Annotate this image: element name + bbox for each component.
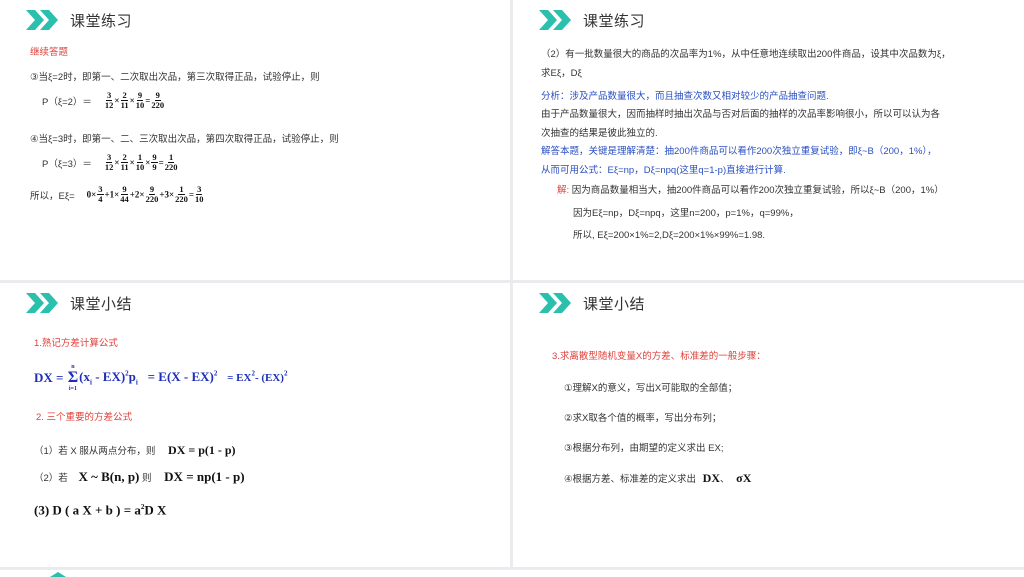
sub-i: i (135, 378, 138, 387)
problem-line-1: （2）有一批数量很大的商品的次品率为1%，从中任意地连续取出200件商品，设其中… (541, 49, 951, 60)
solution-text-1: 因为商品数量相当大，抽200件商品可以看作200次独立重复试验，所以ξ~B（20… (571, 185, 944, 196)
step-2: ②求X取各个值的概率，写出分布列； (564, 413, 722, 424)
point-2: 2. 三个重要的方差公式 (36, 412, 133, 423)
frac-den: 4 (98, 194, 103, 204)
solution-line-3: 所以, Eξ=200×1%=2,Dξ=200×1%×99%=1.98. (573, 230, 766, 241)
item-3-formula: (3) D ( a X + b ) = a (34, 502, 141, 518)
squared: 2 (213, 369, 218, 378)
coef: +1× (104, 189, 120, 200)
sub-i: i (90, 378, 92, 387)
slide-partial-bottom (0, 570, 1024, 577)
slide-title: 课堂练习 (70, 12, 133, 30)
item-1-label: （1）若 X 服从两点分布，则 (34, 446, 156, 457)
step-4: ④根据方差、标准差的定义求出 DX、 σX (564, 472, 751, 486)
double-chevron-icon (539, 293, 571, 313)
slide-title: 课堂小结 (583, 295, 646, 313)
equals: = (188, 189, 194, 200)
reason-line-1: 由于产品数量很大，因而抽样时抽出次品与否对后面的抽样的次品率影响很小，所以可以认… (541, 109, 941, 120)
frac-den: 10 (135, 162, 145, 172)
frac-den: 44 (120, 194, 129, 204)
key-line-1: 解答本题，关键是理解清楚：抽200件商品可以看作200次独立重复试验，即ξ~B（… (541, 146, 937, 157)
item-3-formula: D X (144, 502, 167, 518)
double-chevron-icon (26, 293, 58, 313)
case-3-text: ③当ξ=2时，即第一、二次取出次品，第三次取得正品，试验停止，则 (30, 72, 320, 83)
frac-den: 220 (164, 162, 178, 172)
teal-triangle-icon (50, 572, 66, 577)
slide-header: 课堂小结 (26, 292, 132, 314)
formula-part: - EX) (95, 369, 126, 385)
item-1: （1）若 X 服从两点分布，则 DX = p(1 - p) (34, 444, 236, 458)
dx-label: DX = (34, 370, 64, 385)
p-xi-3-formula: P（ξ=3）＝ 3 12 × 2 11 × 1 10 × 9 9 = 1 220 (42, 152, 178, 172)
double-chevron-icon (26, 10, 58, 30)
formula-part: - (EX) (254, 372, 284, 385)
frac-den: 220 (145, 194, 159, 204)
frac-den: 11 (120, 162, 129, 172)
item-2-dist: X ~ B(n, p) (78, 469, 140, 484)
slide-practice-2: 课堂练习 （2）有一批数量很大的商品的次品率为1%，从中任意地连续取出200件商… (513, 0, 1024, 280)
step-3: ③根据分布列，由期望的定义求出 EX; (564, 443, 724, 454)
solution-line-2: 因为Eξ=np，Dξ=npq，这里n=200，p=1%，q=99%， (573, 208, 799, 219)
step-4-text: ④根据方差、标准差的定义求出 (564, 474, 697, 485)
item-2-then: 则 (142, 473, 152, 484)
coef: 0× (86, 189, 97, 200)
p-xi-2-formula: P（ξ=2）＝ 3 12 × 2 11 × 9 10 = 9 220 (42, 90, 165, 110)
slide-title: 课堂练习 (583, 12, 646, 30)
expectation-formula: 所以，Eξ= 0× 3 4 +1× 9 44 +2× 9 220 +3× 1 220 = 3 10 (30, 185, 204, 204)
formula-part: = EX (227, 372, 252, 385)
squared: 2 (283, 369, 288, 378)
key-line-2: 从而可用公式：Eξ=np，Dξ=npq(这里q=1-p)直接进行计算. (541, 165, 786, 176)
slide-summary-1: 课堂小结 1.熟记方差计算公式 DX = n Σi=1 (xi - EX)2pi =… (0, 283, 510, 567)
frac-den: 10 (135, 100, 145, 110)
item-3: (3) D ( a X + b ) = a2D X (34, 501, 166, 516)
separator: 、 (720, 474, 730, 485)
conclusion-label: 所以，Eξ= (30, 190, 75, 202)
slide-summary-2: 课堂小结 3.求离散型随机变量X的方差、标准差的一般步骤： ①理解X的意义，写出… (513, 283, 1024, 567)
variance-formula: DX = n Σi=1 (xi - EX)2pi = E(X - EX)2 = EX… (34, 363, 287, 393)
frac-den: 11 (120, 100, 129, 110)
coef: +2× (129, 189, 145, 200)
subtitle: 继续答题 (30, 47, 69, 58)
analysis-text: 分析：涉及产品数量很大，而且抽查次数又相对较少的产品抽查问题. (541, 91, 829, 102)
slide-title: 课堂小结 (70, 295, 133, 313)
slide-header: 课堂练习 (26, 9, 132, 31)
dx-symbol: DX (702, 471, 721, 485)
slide-practice-1: 课堂练习 继续答题 ③当ξ=2时，即第一、二次取出次品，第三次取得正品，试验停止… (0, 0, 510, 280)
formula-part: (x (79, 369, 90, 385)
frac-den: 10 (194, 194, 204, 204)
frac-den: 12 (104, 162, 114, 172)
double-chevron-icon (539, 10, 571, 30)
step-1: ①理解X的意义，写出X可能取的全部值； (564, 383, 738, 394)
frac-den: 220 (151, 100, 165, 110)
item-2: （2）若 X ~ B(n, p) 则 DX = np(1 - p) (34, 470, 245, 485)
coef: +3× (159, 189, 175, 200)
problem-line-2: 求Eξ，Dξ (541, 68, 582, 79)
frac-den: 12 (104, 100, 114, 110)
sum-bottom: i=1 (68, 386, 77, 392)
sigma-x-symbol: σX (736, 471, 752, 485)
sigma-icon: n Σi=1 (67, 364, 79, 392)
item-2-formula: DX = np(1 - p) (164, 469, 245, 484)
solution-label: 解: (557, 185, 570, 196)
frac-den: 220 (175, 194, 188, 204)
item-1-formula: DX = p(1 - p) (168, 443, 236, 457)
steps-heading: 3.求离散型随机变量X的方差、标准差的一般步骤： (552, 351, 766, 362)
solution-line-1: 解: 因为商品数量相当大，抽200件商品可以看作200次独立重复试验，所以ξ~B… (557, 184, 944, 197)
slide-header: 课堂小结 (539, 292, 645, 314)
point-1: 1.熟记方差计算公式 (34, 338, 118, 349)
formula-part: p (128, 369, 136, 385)
slide-header: 课堂练习 (539, 9, 645, 31)
formula-part: = E(X - EX) (147, 369, 214, 385)
p-xi-2-label: P（ξ=2）＝ (42, 96, 92, 108)
frac-den: 9 (152, 162, 157, 172)
reason-line-2: 次抽查的结果是彼此独立的. (541, 128, 658, 139)
case-4-text: ④当ξ=3时，即第一、二、三次取出次品，第四次取得正品，试验停止，则 (30, 134, 339, 145)
p-xi-3-label: P（ξ=3）＝ (42, 158, 92, 170)
item-2-label: （2）若 (34, 473, 68, 484)
